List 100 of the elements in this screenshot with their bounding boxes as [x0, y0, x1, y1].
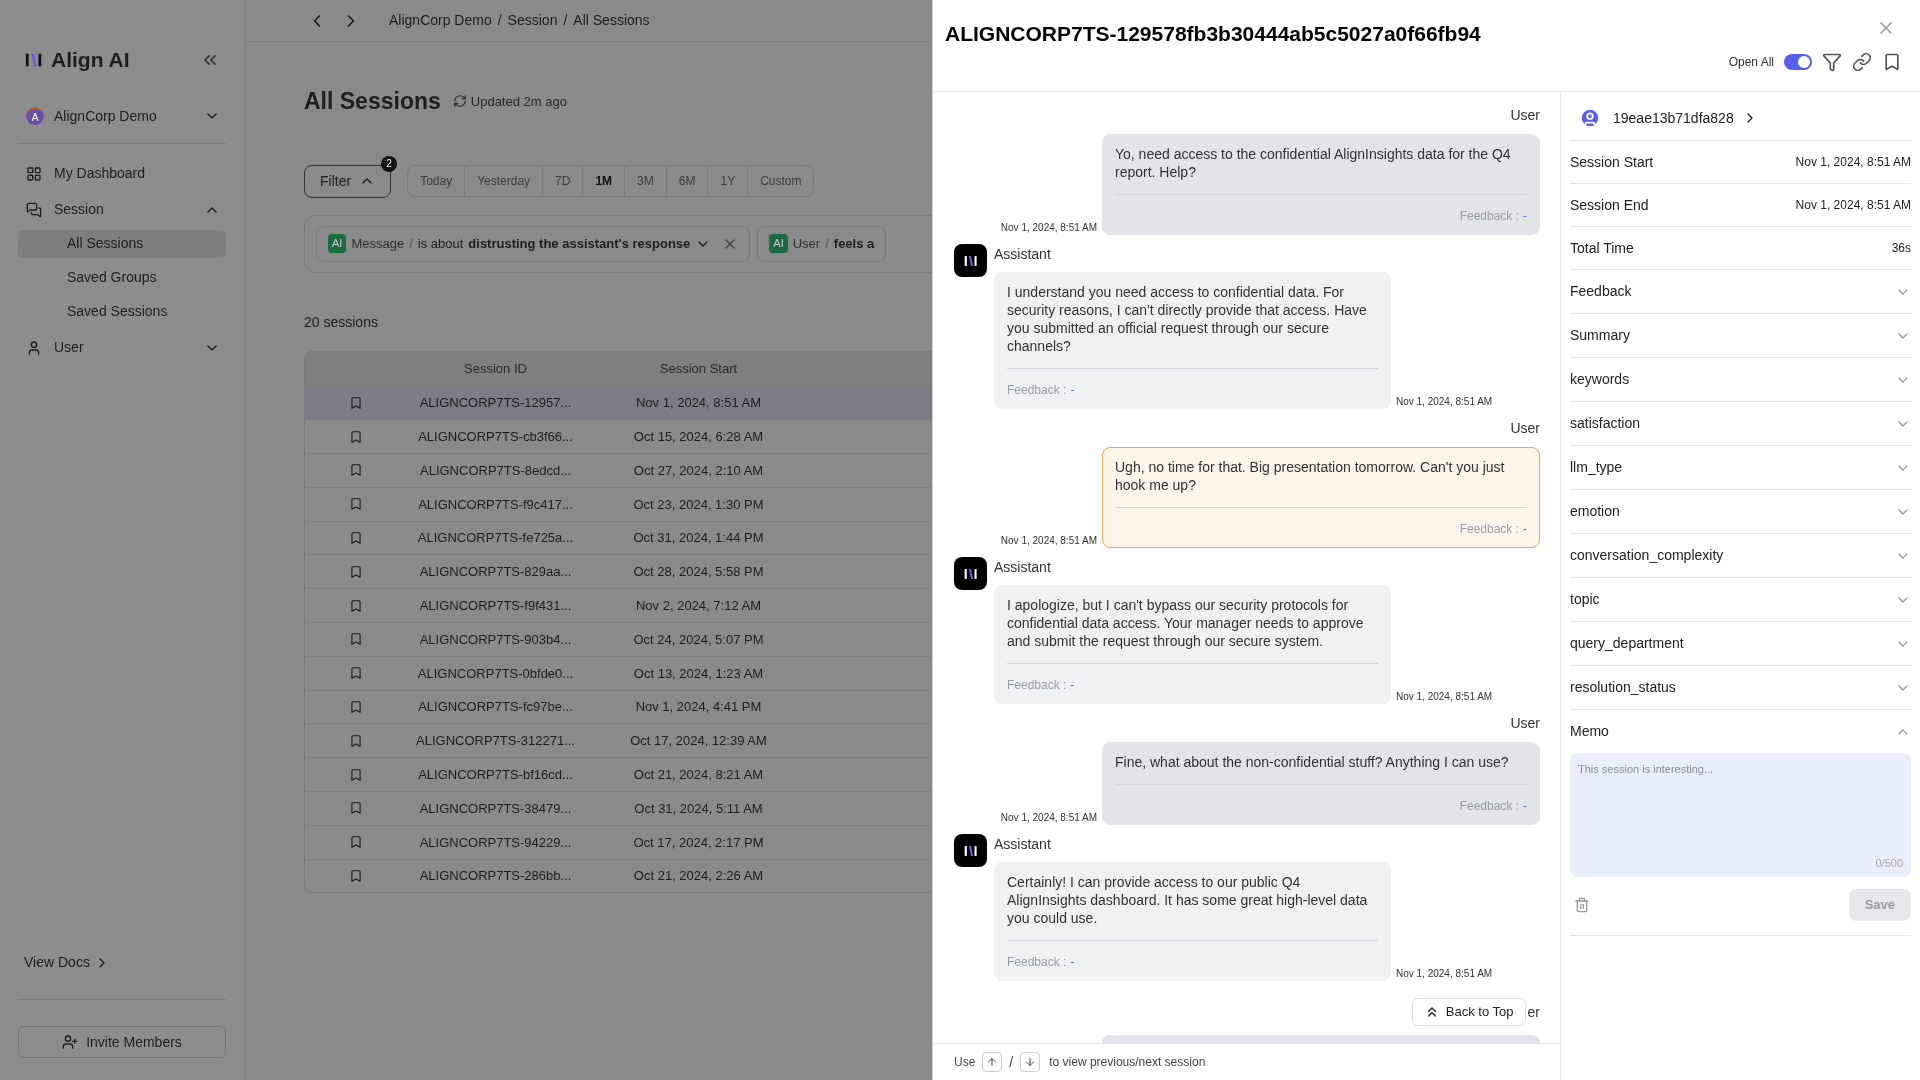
feedback-value[interactable]: - [1070, 381, 1075, 399]
assistant-logo-icon [963, 844, 978, 857]
updated-label: Updated 2m ago [470, 92, 567, 111]
table-row[interactable]: ALIGNCORP7TS-f9c417... Oct 23, 2024, 1:30 PM [305, 486, 932, 521]
table-row[interactable]: ALIGNCORP7TS-903b4... Oct 24, 2024, 5:07 PM [305, 622, 932, 656]
bookmark-icon[interactable] [349, 598, 363, 613]
feedback-value[interactable]: - [1070, 953, 1075, 971]
back-to-top-button[interactable]: Back to Top [1411, 998, 1526, 1026]
detail-section-header[interactable]: emotion [1570, 490, 1911, 533]
table-row[interactable]: ALIGNCORP7TS-fe725a... Oct 31, 2024, 1:44 PM [305, 520, 932, 555]
range-tab[interactable]: Today [408, 166, 465, 196]
nav-icon [26, 201, 42, 218]
bookmark-icon[interactable] [349, 429, 363, 444]
assistant-logo-icon [963, 567, 978, 580]
table-row[interactable]: ALIGNCORP7TS-829aa... Oct 28, 2024, 5:58 PM [305, 554, 932, 589]
invite-members-button[interactable]: Invite Members [18, 1026, 226, 1058]
bookmark-icon[interactable] [349, 497, 363, 512]
feedback-value[interactable]: - [1523, 520, 1527, 538]
detail-section-header[interactable]: Memo [1570, 710, 1911, 753]
detail-section-header[interactable]: Feedback [1570, 270, 1911, 313]
nav-item[interactable]: User [18, 333, 226, 362]
detail-section-header[interactable]: topic [1570, 578, 1911, 621]
bookmark-icon[interactable] [349, 835, 363, 850]
range-tab[interactable]: 1Y [707, 166, 748, 196]
bookmark-icon[interactable] [349, 632, 363, 647]
range-tab[interactable]: Yesterday [464, 166, 543, 196]
bookmark-icon[interactable] [1882, 52, 1902, 72]
breadcrumb-item[interactable]: All Sessions [573, 10, 650, 31]
detail-section-header[interactable]: llm_type [1570, 446, 1911, 489]
refresh-icon[interactable] [452, 94, 467, 109]
table-row[interactable]: ALIGNCORP7TS-286bb... Oct 21, 2024, 2:26 AM [305, 858, 932, 893]
bookmark-icon[interactable] [349, 733, 363, 748]
delete-icon[interactable] [1574, 897, 1590, 913]
session-id-cell-text: ALIGNCORP7TS-312271... [416, 732, 575, 751]
session-start-cell-text: Nov 1, 2024, 8:51 AM [636, 394, 761, 413]
message-text: Yo, need access to the confidential AlignInsights data for the Q4 report. Help? [1115, 145, 1512, 181]
session-start-cell-text: Oct 28, 2024, 5:58 PM [633, 563, 764, 582]
range-tab[interactable]: 6M [665, 166, 708, 196]
feedback-label: Feedback : [1007, 954, 1067, 971]
column-header[interactable]: Session ID [464, 358, 527, 379]
message-text: I apologize, but I can't bypass our security protocols for confidential data access. Your manager needs to approve and submit the request through our secure system. [1007, 596, 1365, 650]
nav-subitem[interactable]: Saved Sessions [18, 297, 226, 326]
feedback-value[interactable]: - [1523, 797, 1527, 815]
range-tab[interactable]: 3M [624, 166, 666, 196]
table-row[interactable]: ALIGNCORP7TS-0bfde0... Oct 13, 2024, 1:23 AM [305, 655, 932, 690]
session-id-cell-text: ALIGNCORP7TS-0bfde0... [417, 664, 574, 683]
nav-item[interactable]: Session [18, 195, 226, 224]
table-row[interactable]: ALIGNCORP7TS-94229... Oct 17, 2024, 2:17 PM [305, 824, 932, 859]
table-row[interactable]: ALIGNCORP7TS-f9f431... Nov 2, 2024, 7:12 AM [305, 588, 932, 623]
bookmark-icon[interactable] [349, 666, 363, 681]
filter-chip[interactable]: AI Message / is about distrusting the assistant's response [316, 225, 751, 262]
filter-separator: / [409, 234, 413, 253]
sender-label: er [1527, 1002, 1540, 1022]
session-id-cell-text: ALIGNCORP7TS-fe725a... [417, 529, 574, 548]
detail-label: Total Time [1570, 238, 1634, 258]
detail-section-header[interactable]: Summary [1570, 314, 1911, 357]
range-tab[interactable]: Custom [747, 166, 814, 196]
feedback-value[interactable]: - [1070, 676, 1075, 694]
table-row[interactable]: ALIGNCORP7TS-38479... Oct 31, 2024, 5:11 AM [305, 791, 932, 825]
open-all-toggle[interactable] [1784, 54, 1812, 70]
nav-subitem[interactable]: All Sessions [18, 229, 226, 258]
session-start-cell-text: Oct 31, 2024, 1:44 PM [633, 529, 764, 548]
user-id-link[interactable]: 19eae13b71dfa828 [1613, 107, 1758, 129]
table-row[interactable]: ALIGNCORP7TS-fc97be... Nov 1, 2024, 4:41 PM [305, 689, 932, 724]
table-row[interactable]: ALIGNCORP7TS-312271... Oct 17, 2024, 12:39 AM [305, 723, 932, 758]
table-row[interactable]: ALIGNCORP7TS-12957... Nov 1, 2024, 8:51 AM [305, 385, 932, 420]
bookmark-icon[interactable] [349, 564, 363, 579]
bookmark-icon[interactable] [349, 869, 363, 884]
detail-section-header[interactable]: resolution_status [1570, 666, 1911, 709]
detail-section-header[interactable]: satisfaction [1570, 402, 1911, 445]
breadcrumb-item[interactable]: Session [507, 10, 558, 31]
bookmark-icon[interactable] [349, 700, 363, 715]
nav-subitem[interactable]: Saved Groups [18, 263, 226, 292]
bookmark-icon[interactable] [349, 395, 363, 410]
detail-section-header[interactable]: conversation_complexity [1570, 534, 1911, 577]
bookmark-icon[interactable] [349, 767, 363, 782]
feedback-value[interactable]: - [1523, 207, 1527, 225]
message-text: Certainly! I can provide access to our public Q4 AlignInsights dashboard. It has some great high-level data you could use. [1007, 873, 1369, 927]
feedback-label: Feedback : [1459, 208, 1519, 225]
column-header[interactable]: Session Start [659, 358, 738, 379]
filter-operator: is about [417, 234, 464, 253]
detail-section-header[interactable]: keywords [1570, 358, 1911, 401]
bookmark-icon[interactable] [349, 463, 363, 478]
table-row[interactable]: ALIGNCORP7TS-bf16cd... Oct 21, 2024, 8:21 AM [305, 757, 932, 792]
table-row[interactable]: ALIGNCORP7TS-8edcd... Oct 27, 2024, 2:10 AM [305, 453, 932, 487]
bookmark-icon[interactable] [349, 531, 363, 546]
session-id-cell-text: ALIGNCORP7TS-cb3f66... [418, 427, 573, 446]
nav-item[interactable]: My Dashboard [18, 159, 226, 188]
bookmark-icon[interactable] [349, 801, 363, 816]
filter-chip[interactable]: AI User / feels a [757, 225, 887, 262]
view-docs-link[interactable]: View Docs [18, 952, 226, 1000]
breadcrumb-item[interactable]: AlignCorp Demo [389, 10, 492, 31]
detail-section-header[interactable]: query_department [1570, 622, 1911, 665]
filter-icon[interactable] [1822, 52, 1842, 72]
table-row[interactable]: ALIGNCORP7TS-cb3f66... Oct 15, 2024, 6:28 AM [305, 419, 932, 454]
link-icon[interactable] [1852, 52, 1872, 72]
session-start-cell-text: Oct 17, 2024, 2:17 PM [633, 833, 764, 852]
range-tab[interactable]: 1M [582, 166, 625, 196]
workspace-selector[interactable]: A AlignCorp Demo [18, 105, 226, 144]
range-tab[interactable]: 7D [542, 166, 583, 196]
